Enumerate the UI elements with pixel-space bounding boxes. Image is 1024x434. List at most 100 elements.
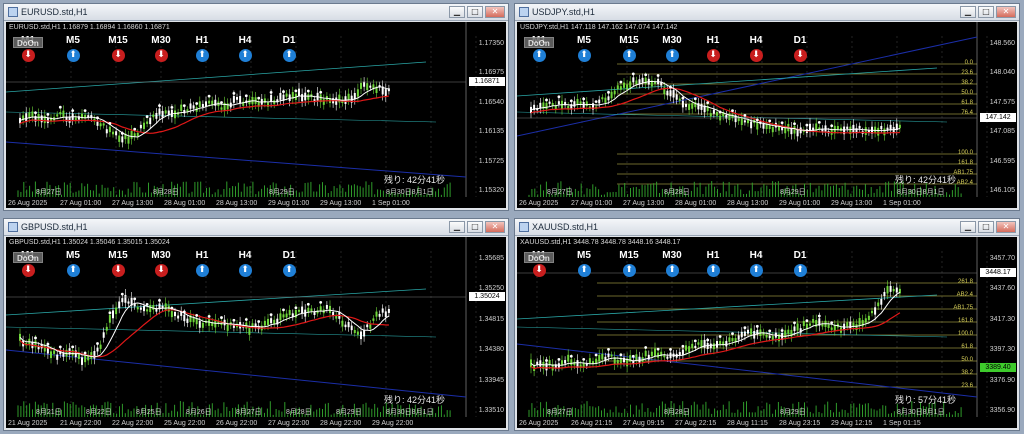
timeframe-h4[interactable]: H4 ⬆: [743, 250, 769, 277]
timeframe-m5[interactable]: M5 ⬆: [60, 250, 86, 277]
candle-body: [161, 110, 164, 118]
timeframe-m15[interactable]: M15 ⬆: [616, 250, 642, 277]
signal-dot: [282, 90, 285, 94]
candle-body: [174, 312, 176, 317]
timeframe-h1[interactable]: H1 ⬆: [189, 250, 215, 277]
timeframe-m30[interactable]: M30 ⬇: [148, 250, 174, 277]
candle-body: [93, 350, 96, 359]
timeframe-label: M15: [619, 35, 639, 46]
candle-body: [146, 121, 149, 124]
candle-body: [623, 82, 625, 88]
candle-body: [796, 323, 799, 331]
candle-body: [889, 285, 892, 292]
candle-body: [768, 335, 771, 339]
bar-countdown-timer: 残り: 42分41秒: [895, 175, 957, 185]
window-title: USDJPY.std,H1: [532, 7, 595, 17]
price-chart[interactable]: GBPUSD.std,H1 1.35024 1.35046 1.35015 1.…: [6, 237, 506, 428]
time-axis-label: 1 Sep 01:00: [883, 200, 921, 207]
maximize-button[interactable]: □: [467, 6, 483, 18]
price-chart[interactable]: XAUUSD.std,H1 3448.78 3448.78 3448.16 34…: [517, 237, 1017, 428]
signal-dot: [817, 314, 821, 318]
timeframe-d1[interactable]: D1 ⬆: [787, 250, 813, 277]
timeframe-h1[interactable]: H1 ⬆: [189, 35, 215, 62]
price-chart[interactable]: EURUSD.std,H1 1.16879 1.16894 1.16860 1.…: [6, 22, 506, 208]
moving-average-red: [19, 309, 389, 358]
chart-window-gbpusd[interactable]: GBPUSD.std,H1 ▁ □ ✕ GBPUSD.std,H1 1.3502…: [3, 218, 509, 431]
chart-window-eurusd[interactable]: EURUSD.std,H1 ▁ □ ✕ EURUSD.std,H1 1.1687…: [3, 3, 509, 211]
candle-body: [598, 99, 601, 104]
do-on-button[interactable]: DoOn: [524, 252, 554, 263]
candle-body: [871, 310, 873, 314]
maximize-button[interactable]: □: [978, 221, 994, 233]
time-axis-label: 29 Aug 12:15: [831, 420, 873, 427]
timeframe-label: M30: [151, 35, 171, 46]
date-label: 8月25日: [136, 409, 162, 416]
price-chart[interactable]: USDJPY.std,H1 147.118 147.162 147.074 14…: [517, 22, 1017, 208]
candle-body: [712, 109, 715, 114]
signal-dot: [706, 338, 710, 342]
close-button[interactable]: ✕: [996, 6, 1016, 18]
candle-body: [883, 128, 886, 136]
time-axis-label: 28 Aug 01:00: [164, 200, 206, 207]
timeframe-m30[interactable]: M30 ⬆: [659, 250, 685, 277]
timeframe-label: H1: [706, 35, 720, 46]
close-button[interactable]: ✕: [996, 221, 1016, 233]
signal-dot: [244, 318, 248, 321]
candle-body: [96, 121, 99, 126]
candle-body: [192, 317, 195, 323]
window-titlebar[interactable]: XAUUSD.std,H1 ▁ □ ✕: [515, 219, 1019, 236]
signal-dot: [743, 113, 747, 117]
chart-window-icon: [8, 7, 18, 17]
timeframe-d1[interactable]: D1 ⬆: [276, 35, 302, 62]
timeframe-m15[interactable]: M15 ⬇: [105, 250, 131, 277]
candle-body: [688, 346, 691, 353]
candle-body: [827, 324, 830, 328]
do-on-button[interactable]: DoOn: [13, 252, 43, 263]
window-titlebar[interactable]: GBPUSD.std,H1 ▁ □ ✕: [4, 219, 508, 236]
chart-window-xauusd[interactable]: XAUUSD.std,H1 ▁ □ ✕ XAUUSD.std,H1 3448.7…: [514, 218, 1020, 431]
window-titlebar[interactable]: EURUSD.std,H1 ▁ □ ✕: [4, 4, 508, 21]
timeframe-m5[interactable]: M5 ⬆: [60, 35, 86, 62]
maximize-button[interactable]: □: [978, 6, 994, 18]
do-on-button[interactable]: DoOn: [524, 37, 554, 48]
timeframe-m5[interactable]: M5 ⬆: [571, 250, 597, 277]
candle-body: [155, 112, 158, 119]
candle-body: [127, 301, 130, 304]
minimize-button[interactable]: ▁: [960, 6, 976, 18]
minimize-button[interactable]: ▁: [960, 221, 976, 233]
timeframe-m5[interactable]: M5 ⬆: [571, 35, 597, 62]
do-on-button[interactable]: DoOn: [13, 37, 43, 48]
candle-body: [607, 353, 610, 358]
candle-body: [672, 89, 675, 98]
timeframe-m30[interactable]: M30 ⬇: [148, 35, 174, 62]
close-button[interactable]: ✕: [485, 6, 505, 18]
timeframe-m30[interactable]: M30 ⬆: [659, 35, 685, 62]
candle-body: [211, 100, 214, 105]
timeframe-d1[interactable]: D1 ⬆: [276, 250, 302, 277]
window-titlebar[interactable]: USDJPY.std,H1 ▁ □ ✕: [515, 4, 1019, 21]
timeframe-h4[interactable]: H4 ⬇: [743, 35, 769, 62]
trend-line: [6, 141, 467, 178]
candle-body: [360, 82, 362, 89]
minimize-button[interactable]: ▁: [449, 221, 465, 233]
minimize-button[interactable]: ▁: [449, 6, 465, 18]
timeframe-m15[interactable]: M15 ⬆: [616, 35, 642, 62]
signal-dot: [306, 302, 310, 306]
timeframe-h4[interactable]: H4 ⬆: [232, 35, 258, 62]
timeframe-h1[interactable]: H1 ⬇: [700, 35, 726, 62]
candle-body: [121, 136, 124, 143]
signal-dot: [594, 100, 598, 104]
signal-dot: [545, 98, 548, 102]
chart-window-usdjpy[interactable]: USDJPY.std,H1 ▁ □ ✕ USDJPY.std,H1 147.11…: [514, 3, 1020, 211]
timeframe-m15[interactable]: M15 ⬇: [105, 35, 131, 62]
timeframe-h4[interactable]: H4 ⬆: [232, 250, 258, 277]
timeframe-h1[interactable]: H1 ⬆: [700, 250, 726, 277]
timeframe-d1[interactable]: D1 ⬇: [787, 35, 813, 62]
maximize-button[interactable]: □: [467, 221, 483, 233]
candle-body: [183, 314, 186, 322]
time-axis-label: 29 Aug 13:00: [320, 200, 362, 207]
candle-body: [610, 91, 613, 99]
signal-dot: [158, 298, 161, 302]
arrow-down-icon: ⬇: [154, 49, 168, 62]
close-button[interactable]: ✕: [485, 221, 505, 233]
